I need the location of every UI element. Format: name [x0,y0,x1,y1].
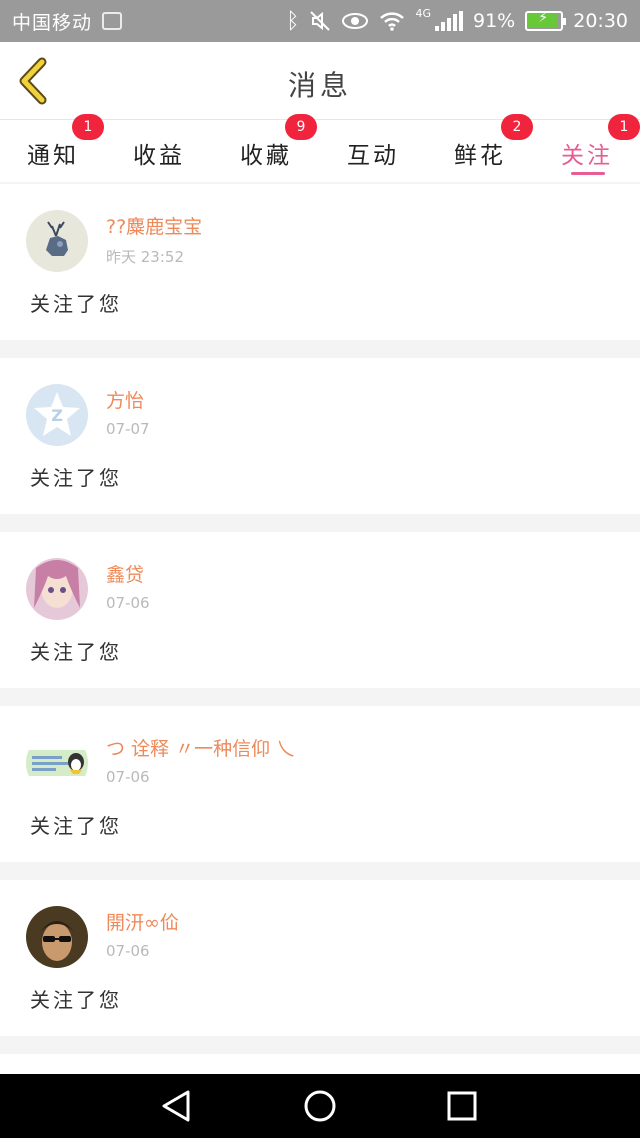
tab-label: 收藏 [240,143,292,169]
tab-label: 互动 [347,143,399,169]
message-text: 关注了您 [30,814,122,838]
recents-key-icon[interactable] [444,1088,480,1124]
battery-icon: ⚡ [525,10,567,31]
tab-label: 鲜花 [454,143,506,169]
status-bar: 中国移动 ᛒ 4G 91% ⚡ 20:30 [0,0,640,42]
tab-label: 通知 [27,143,79,169]
notification-badge: 9 [285,114,317,140]
active-tab-indicator [571,172,605,175]
timestamp: 07-07 [106,420,150,438]
message-text: 关注了您 [30,640,122,664]
signal-icon [435,11,463,31]
tab-notifications[interactable]: 通知 1 [0,114,106,182]
timestamp: 07-06 [106,768,150,786]
header-bar: 消息 [0,42,640,120]
bluetooth-icon: ᛒ [286,8,300,34]
list-item[interactable]: つ 诠释 〃一种信仰 乀 07-06 关注了您 [0,706,640,862]
tab-label: 关注 [561,143,613,169]
avatar[interactable] [26,732,88,794]
list-item[interactable]: Z 方怡 07-07 关注了您 [0,358,640,514]
tab-earnings[interactable]: 收益 [106,120,212,182]
username[interactable]: 開汧∞佡 [106,908,179,935]
tab-interactions[interactable]: 互动 [320,120,426,182]
username[interactable]: 鑫贷 [106,560,144,587]
mute-icon [310,11,331,31]
list-item[interactable]: 開汧∞佡 07-06 关注了您 [0,880,640,1036]
message-text: 关注了您 [30,988,122,1012]
message-text: 关注了您 [30,292,122,316]
list-item[interactable]: 鑫贷 07-06 关注了您 [0,532,640,688]
list-item[interactable]: ??麋鹿宝宝 昨天 23:52 关注了您 [0,184,640,340]
notification-badge: 2 [501,114,533,140]
timestamp: 07-06 [106,594,150,612]
notification-badge: 1 [608,114,640,140]
back-key-icon[interactable] [158,1088,194,1124]
tab-label: 收益 [133,143,185,169]
avatar[interactable] [26,906,88,968]
tab-flowers[interactable]: 鲜花 2 [427,114,533,182]
tab-follows[interactable]: 关注 1 [534,114,640,182]
tab-favorites[interactable]: 收藏 9 [213,114,319,182]
tab-bar: 通知 1 收益 收藏 9 互动 鲜花 2 关注 1 [0,114,640,182]
battery-percent: 91% [473,10,516,32]
network-type: 4G [415,6,431,20]
timestamp: 07-06 [106,942,150,960]
username[interactable]: ??麋鹿宝宝 [106,212,202,239]
gallery-notification-icon [102,12,123,30]
notification-badge: 1 [72,114,104,140]
message-text: 关注了您 [30,466,122,490]
page-title: 消息 [287,69,352,102]
avatar[interactable] [26,558,88,620]
home-key-icon[interactable] [302,1088,338,1124]
username[interactable]: 方怡 [106,386,144,413]
timestamp: 昨天 23:52 [106,248,184,266]
avatar[interactable]: Z [26,384,88,446]
svg-text:Z: Z [51,406,63,425]
system-nav-bar [0,1074,640,1138]
avatar[interactable] [26,210,88,272]
username[interactable]: つ 诠释 〃一种信仰 乀 [106,734,295,761]
carrier-name: 中国移动 [12,11,93,34]
wifi-icon [380,12,405,31]
clock: 20:30 [573,10,628,32]
list-item[interactable] [0,1054,640,1074]
eye-comfort-icon [342,13,369,29]
